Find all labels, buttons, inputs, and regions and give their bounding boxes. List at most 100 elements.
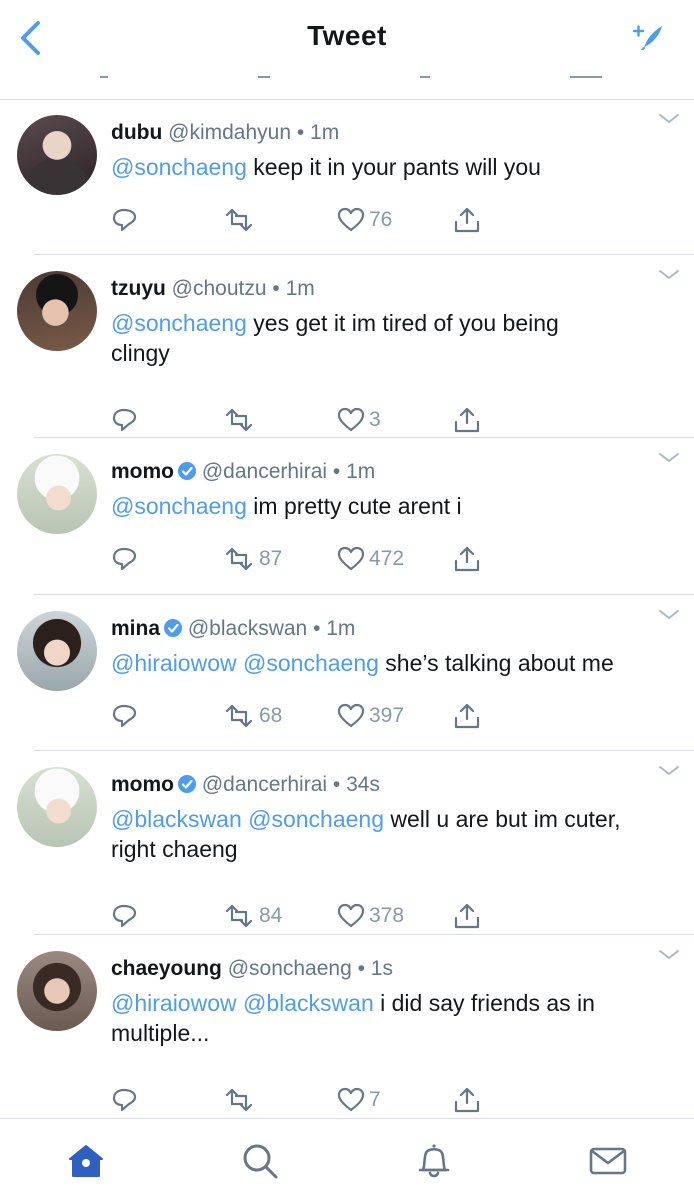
mention-link[interactable]: @sonchaeng bbox=[111, 493, 247, 519]
compose-sparkle-icon[interactable] bbox=[630, 22, 664, 50]
display-name[interactable]: chaeyoung bbox=[111, 957, 222, 980]
username[interactable]: @blackswan bbox=[182, 617, 313, 640]
share-button[interactable] bbox=[453, 1085, 481, 1115]
mention-link[interactable]: @sonchaeng bbox=[237, 650, 379, 676]
tweet-header: tzuyu @choutzu • 1m bbox=[111, 277, 315, 301]
username[interactable]: @kimdahyun bbox=[162, 121, 297, 144]
like-icon bbox=[337, 207, 365, 232]
avatar[interactable] bbox=[17, 271, 97, 351]
display-name[interactable]: momo bbox=[111, 460, 174, 483]
like-button[interactable]: 7 bbox=[337, 1085, 381, 1115]
tweet-header: momo @dancerhirai • 1m bbox=[111, 460, 375, 484]
like-count: 397 bbox=[369, 704, 405, 727]
like-icon bbox=[337, 1087, 365, 1112]
username[interactable]: @choutzu bbox=[166, 277, 273, 300]
tweet-text: @sonchaeng im pretty cute arent i bbox=[111, 491, 676, 521]
retweet-button[interactable]: 84 bbox=[223, 901, 282, 931]
username[interactable]: @dancerhirai bbox=[196, 460, 333, 483]
reply-icon bbox=[112, 408, 137, 432]
share-button[interactable] bbox=[453, 405, 481, 435]
retweet-icon bbox=[225, 408, 253, 432]
share-icon bbox=[454, 903, 480, 929]
tweet-text: @hiraiowow @blackswan i did say friends … bbox=[111, 988, 676, 1048]
mention-link[interactable]: @hiraiowow bbox=[111, 650, 237, 676]
reply-button[interactable] bbox=[111, 1085, 137, 1115]
username[interactable]: @dancerhirai bbox=[196, 773, 333, 796]
like-button[interactable]: 397 bbox=[337, 701, 404, 731]
mention-link[interactable]: @blackswan bbox=[237, 990, 374, 1016]
display-name[interactable]: tzuyu bbox=[111, 277, 166, 300]
page-title: Tweet bbox=[307, 20, 387, 51]
chevron-down-icon[interactable] bbox=[658, 765, 680, 777]
retweet-icon bbox=[225, 547, 253, 571]
timestamp: 1m bbox=[346, 460, 376, 483]
retweet-button[interactable]: 68 bbox=[223, 701, 282, 731]
timestamp: 34s bbox=[346, 773, 380, 796]
tweet: momo @dancerhirai • 34s @blackswan @sonch… bbox=[0, 751, 694, 935]
like-icon bbox=[337, 407, 365, 432]
share-button[interactable] bbox=[453, 544, 481, 574]
retweet-count: 68 bbox=[259, 704, 283, 727]
retweet-button[interactable]: 87 bbox=[223, 544, 282, 574]
chevron-down-icon[interactable] bbox=[658, 949, 680, 961]
retweet-icon bbox=[225, 208, 253, 232]
tweet-text-content: keep it in your pants will you bbox=[246, 154, 541, 180]
messages-icon[interactable] bbox=[588, 1141, 628, 1181]
tweet-text: @sonchaeng keep it in your pants will yo… bbox=[111, 152, 676, 182]
mention-link[interactable]: @sonchaeng bbox=[111, 310, 247, 336]
retweet-button[interactable] bbox=[223, 205, 255, 235]
tweet-actions: 3 bbox=[111, 405, 511, 435]
like-icon bbox=[337, 703, 365, 728]
display-name[interactable]: dubu bbox=[111, 121, 162, 144]
separator-dot: • bbox=[357, 957, 371, 980]
like-button[interactable]: 3 bbox=[337, 405, 381, 435]
share-icon bbox=[570, 74, 602, 78]
username[interactable]: @sonchaeng bbox=[222, 957, 358, 980]
reply-button[interactable] bbox=[111, 901, 137, 931]
share-button[interactable] bbox=[453, 205, 481, 235]
reply-button[interactable] bbox=[111, 205, 137, 235]
tweet-text-content: yes get it im tired of you being bbox=[246, 310, 559, 336]
tweet-actions: 84 378 bbox=[111, 901, 511, 931]
chevron-down-icon[interactable] bbox=[658, 609, 680, 621]
avatar[interactable] bbox=[17, 951, 97, 1031]
avatar[interactable] bbox=[17, 115, 97, 195]
chevron-down-icon[interactable] bbox=[658, 269, 680, 281]
reply-button[interactable] bbox=[111, 701, 137, 731]
like-button[interactable]: 472 bbox=[337, 544, 404, 574]
search-icon[interactable] bbox=[240, 1141, 280, 1181]
mention-link[interactable]: @hiraiowow bbox=[111, 990, 237, 1016]
notifications-icon[interactable] bbox=[414, 1141, 454, 1181]
retweet-icon bbox=[258, 74, 270, 78]
like-button[interactable]: 378 bbox=[337, 901, 404, 931]
reply-button[interactable] bbox=[111, 544, 137, 574]
tweet-header: dubu @kimdahyun • 1m bbox=[111, 121, 339, 145]
like-icon bbox=[337, 546, 365, 571]
tweet-actions: 7 bbox=[111, 1085, 511, 1115]
share-button[interactable] bbox=[453, 901, 481, 931]
mention-link[interactable]: @sonchaeng bbox=[242, 806, 384, 832]
reply-button[interactable] bbox=[111, 405, 137, 435]
retweet-count: 87 bbox=[259, 547, 283, 570]
like-button[interactable]: 76 bbox=[337, 205, 392, 235]
retweet-button[interactable] bbox=[223, 405, 255, 435]
tweet-text-content: well u are but im cuter, bbox=[384, 806, 621, 832]
retweet-button[interactable] bbox=[223, 1085, 255, 1115]
home-icon[interactable] bbox=[66, 1141, 106, 1181]
like-count: 3 bbox=[369, 408, 381, 431]
mention-link[interactable]: @blackswan bbox=[111, 806, 242, 832]
separator-dot: • bbox=[313, 617, 327, 640]
avatar[interactable] bbox=[17, 454, 97, 534]
avatar[interactable] bbox=[17, 767, 97, 847]
tweet-text: @sonchaeng yes get it im tired of you be… bbox=[111, 308, 676, 368]
avatar[interactable] bbox=[17, 611, 97, 691]
tweet: mina @blackswan • 1m @hiraiowow @sonchaen… bbox=[0, 595, 694, 751]
chevron-down-icon[interactable] bbox=[658, 452, 680, 464]
display-name[interactable]: momo bbox=[111, 773, 174, 796]
chevron-down-icon[interactable] bbox=[658, 113, 680, 125]
share-button[interactable] bbox=[453, 701, 481, 731]
reply-icon bbox=[112, 904, 137, 928]
retweet-icon bbox=[225, 904, 253, 928]
mention-link[interactable]: @sonchaeng bbox=[111, 154, 247, 180]
display-name[interactable]: mina bbox=[111, 617, 160, 640]
